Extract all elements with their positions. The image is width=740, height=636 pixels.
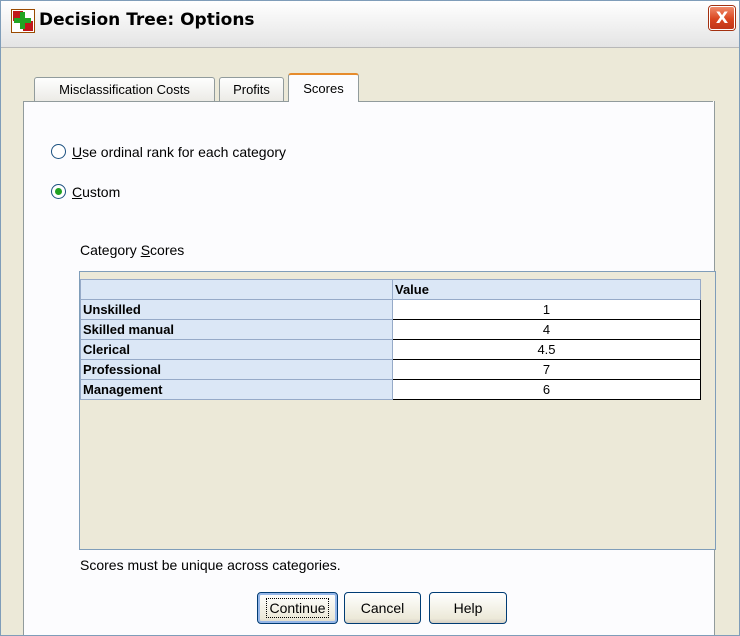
dialog-window: Decision Tree: Options X Misclassificati… <box>0 0 740 636</box>
row-header-management: Management <box>80 379 393 400</box>
radio-ordinal-rank[interactable]: Use ordinal rank for each category <box>51 144 286 160</box>
ordinal-label: se ordinal rank for each category <box>82 144 287 160</box>
custom-mnemonic: C <box>72 184 83 200</box>
radio-custom[interactable]: Custom <box>51 184 120 200</box>
close-icon[interactable]: X <box>709 6 735 30</box>
app-icon <box>11 9 35 33</box>
radio-unchecked-icon[interactable] <box>51 144 66 159</box>
value-cell-clerical[interactable]: 4.5 <box>392 339 701 360</box>
table-row: Skilled manual 4 <box>80 319 701 340</box>
value-cell-management[interactable]: 6 <box>392 379 701 400</box>
category-scores-label-rest: cores <box>150 242 185 258</box>
row-header-clerical: Clerical <box>80 339 393 360</box>
row-header-professional: Professional <box>80 359 393 380</box>
radio-checked-icon[interactable] <box>51 184 66 199</box>
tab-misclassification-costs[interactable]: Misclassification Costs <box>34 77 215 101</box>
tab-scores[interactable]: Scores <box>288 73 359 102</box>
table-row: Unskilled 1 <box>80 299 701 320</box>
row-header-unskilled: Unskilled <box>80 299 393 320</box>
corner-header <box>80 279 393 300</box>
category-scores-grid[interactable]: Value Unskilled 1 Skilled manual 4 Cleri… <box>79 271 716 550</box>
custom-label: ustom <box>82 184 121 200</box>
continue-button-label: Continue <box>266 598 329 618</box>
title-bar[interactable]: Decision Tree: Options X <box>1 1 739 48</box>
category-scores-mnemonic: S <box>140 242 151 258</box>
value-column-header: Value <box>392 279 701 300</box>
window-title: Decision Tree: Options <box>39 10 255 30</box>
row-header-skilled-manual: Skilled manual <box>80 319 393 340</box>
table-header-row: Value <box>80 279 701 300</box>
table-row: Clerical 4.5 <box>80 339 701 360</box>
value-cell-unskilled[interactable]: 1 <box>392 299 701 320</box>
tab-profits[interactable]: Profits <box>219 77 284 101</box>
category-scores-label: Category Scores <box>80 242 184 258</box>
continue-button[interactable]: Continue <box>257 592 338 624</box>
help-button[interactable]: Help <box>429 592 507 624</box>
table-row: Professional 7 <box>80 359 701 380</box>
table-row: Management 6 <box>80 379 701 400</box>
cancel-button[interactable]: Cancel <box>344 592 421 624</box>
category-scores-label-pre: Category <box>80 242 141 258</box>
ordinal-mnemonic: U <box>72 144 83 160</box>
scores-table: Value Unskilled 1 Skilled manual 4 Cleri… <box>80 279 701 400</box>
value-cell-skilled-manual[interactable]: 4 <box>392 319 701 340</box>
uniqueness-note: Scores must be unique across categories. <box>80 557 341 573</box>
value-cell-professional[interactable]: 7 <box>392 359 701 380</box>
